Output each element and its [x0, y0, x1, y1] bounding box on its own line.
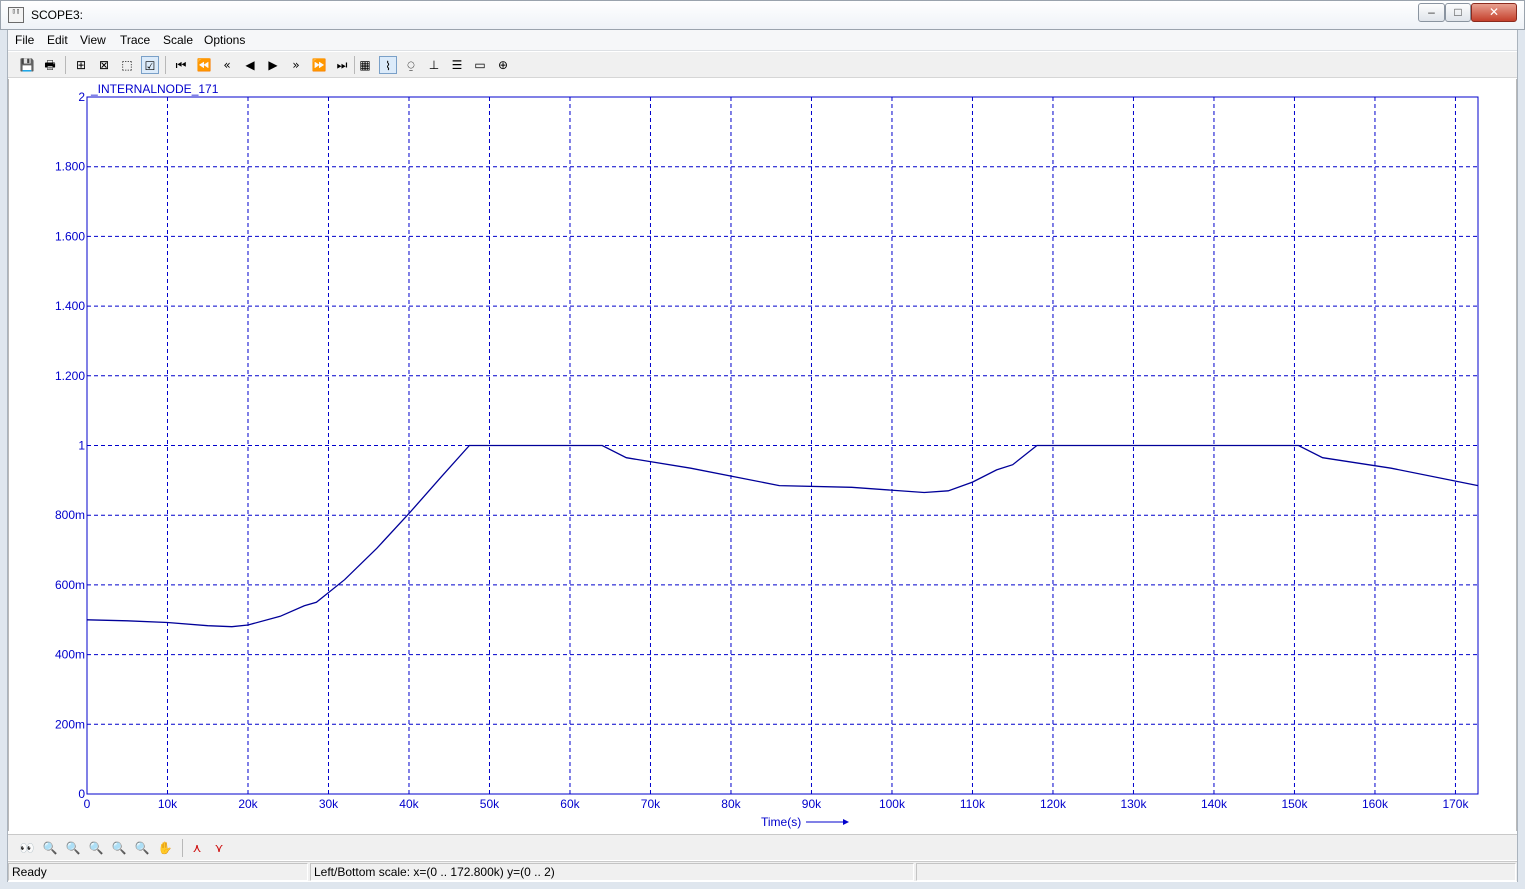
y-tick-label: 2	[78, 90, 85, 104]
x-tick-label: 20k	[238, 797, 258, 811]
trace-line-icon[interactable]: ⌇	[379, 56, 397, 74]
window-title: SCOPE3:	[31, 8, 84, 22]
binoculars-icon[interactable]: 👀	[18, 839, 36, 857]
go-first-icon[interactable]: ⏮	[172, 56, 190, 74]
toolbar: 💾 🖶 ⊞ ⊠ ⬚ ☑ ⏮ ⏪ « ◀ ▶ » ⏩ ⏭ ▦ ⌇ ⍜ ⊥ ☰ ▭ …	[8, 52, 1517, 78]
toolbar-separator	[182, 839, 183, 857]
x-tick-label: 120k	[1040, 797, 1067, 811]
target-icon[interactable]: ⊕	[494, 56, 512, 74]
y-tick-label: 800m	[55, 508, 85, 522]
app-icon: ▯▯	[8, 7, 24, 23]
cursor-up-icon[interactable]: ⋏	[188, 839, 206, 857]
x-tick-label: 110k	[960, 797, 986, 811]
forward-icon[interactable]: »	[287, 56, 305, 74]
zoom-y-icon[interactable]: 🔍	[87, 839, 105, 857]
x-tick-label: 160k	[1362, 797, 1389, 811]
trace-legend-label: _INTERNALNODE_171	[90, 82, 219, 96]
x-tick-label: 130k	[1120, 797, 1147, 811]
table-icon[interactable]: ▦	[356, 56, 374, 74]
y-tick-label: 0	[78, 787, 85, 801]
title-bar: ▯▯ SCOPE3: – □ ✕	[0, 0, 1525, 30]
x-tick-label: 10k	[158, 797, 178, 811]
rewind-fast-icon[interactable]: ⏪	[195, 56, 213, 74]
y-tick-label: 1.600	[55, 229, 85, 243]
print-icon[interactable]: 🖶	[41, 56, 59, 74]
window-frame-bottom	[0, 882, 1525, 889]
y-tick-label: 200m	[55, 717, 85, 731]
go-last-icon[interactable]: ⏭	[333, 56, 351, 74]
menu-scale[interactable]: Scale	[163, 33, 193, 47]
status-bar: Ready Left/Bottom scale: x=(0 .. 172.800…	[8, 861, 1517, 881]
y-tick-label: 1.400	[55, 299, 85, 313]
menu-edit[interactable]: Edit	[47, 33, 68, 47]
y-tick-label: 1.200	[55, 369, 85, 383]
list-icon[interactable]: ☰	[448, 56, 466, 74]
trace-marker-icon[interactable]: ⍜	[402, 56, 420, 74]
status-scale: Left/Bottom scale: x=(0 .. 172.800k) y=(…	[310, 863, 914, 881]
status-extra	[916, 863, 1516, 881]
zoom-icon[interactable]: 🔍	[41, 839, 59, 857]
y-tick-label: 400m	[55, 648, 85, 662]
trace-line	[86, 444, 1479, 628]
x-tick-label: 80k	[721, 797, 741, 811]
y-tick-label: 1	[78, 439, 85, 453]
x-tick-label: 100k	[879, 797, 906, 811]
select-rect-icon[interactable]: ⬚	[118, 56, 136, 74]
toolbar-separator	[165, 56, 166, 74]
cursor-down-icon[interactable]: ⋎	[210, 839, 228, 857]
scope-chart[interactable]: 0 10k 20k 30k 40k 50k 60k 70k 80k 90k 100k 110k 120k…	[9, 79, 1516, 831]
menu-file[interactable]: File	[15, 33, 34, 47]
scope-plot-area[interactable]: 0 10k 20k 30k 40k 50k 60k 70k 80k 90k 100k 110k 120k…	[8, 79, 1517, 831]
toolbar-separator	[354, 56, 355, 74]
pan-hand-icon[interactable]: ✋	[156, 839, 174, 857]
window-frame-right	[1517, 30, 1525, 889]
check-icon[interactable]: ☑	[141, 56, 159, 74]
menu-trace[interactable]: Trace	[120, 33, 150, 47]
menu-options[interactable]: Options	[204, 33, 245, 47]
x-axis-arrowhead	[843, 819, 849, 825]
y-tick-label: 1.800	[55, 160, 85, 174]
x-tick-label: 30k	[319, 797, 339, 811]
x-tick-label: 170k	[1442, 797, 1469, 811]
save-icon[interactable]: 💾	[18, 56, 36, 74]
window-icon[interactable]: ▭	[471, 56, 489, 74]
toolbar-separator	[65, 56, 66, 74]
zoom-in-icon[interactable]: 🔍	[110, 839, 128, 857]
axis-icon[interactable]: ⊥	[425, 56, 443, 74]
x-axis-label: Time(s)	[761, 815, 801, 829]
menu-bar: File Edit View Trace Scale Options	[8, 30, 1517, 51]
forward-fast-icon[interactable]: ⏩	[310, 56, 328, 74]
rewind-icon[interactable]: «	[218, 56, 236, 74]
cursor-icon[interactable]: ⊞	[72, 56, 90, 74]
status-ready: Ready	[8, 863, 308, 881]
zoom-x-icon[interactable]: 🔍	[64, 839, 82, 857]
x-tick-label: 140k	[1201, 797, 1228, 811]
close-button[interactable]: ✕	[1471, 3, 1517, 22]
menu-view[interactable]: View	[80, 33, 106, 47]
x-tick-label: 50k	[480, 797, 500, 811]
play-icon[interactable]: ▶	[264, 56, 282, 74]
bottom-toolbar: 👀 🔍 🔍 🔍 🔍 🔍 ✋ ⋏ ⋎	[8, 834, 1517, 860]
x-tick-label: 90k	[802, 797, 822, 811]
maximize-button[interactable]: □	[1445, 3, 1471, 22]
x-tick-label: 40k	[399, 797, 419, 811]
step-back-icon[interactable]: ◀	[241, 56, 259, 74]
y-tick-label: 600m	[55, 578, 85, 592]
minimize-button[interactable]: –	[1418, 3, 1445, 22]
zoom-out-icon[interactable]: 🔍	[133, 839, 151, 857]
x-tick-label: 70k	[641, 797, 661, 811]
window-frame-left	[0, 30, 8, 889]
x-tick-label: 60k	[560, 797, 580, 811]
x-tick-label: 150k	[1281, 797, 1308, 811]
zoom-fit-icon[interactable]: ⊠	[95, 56, 113, 74]
